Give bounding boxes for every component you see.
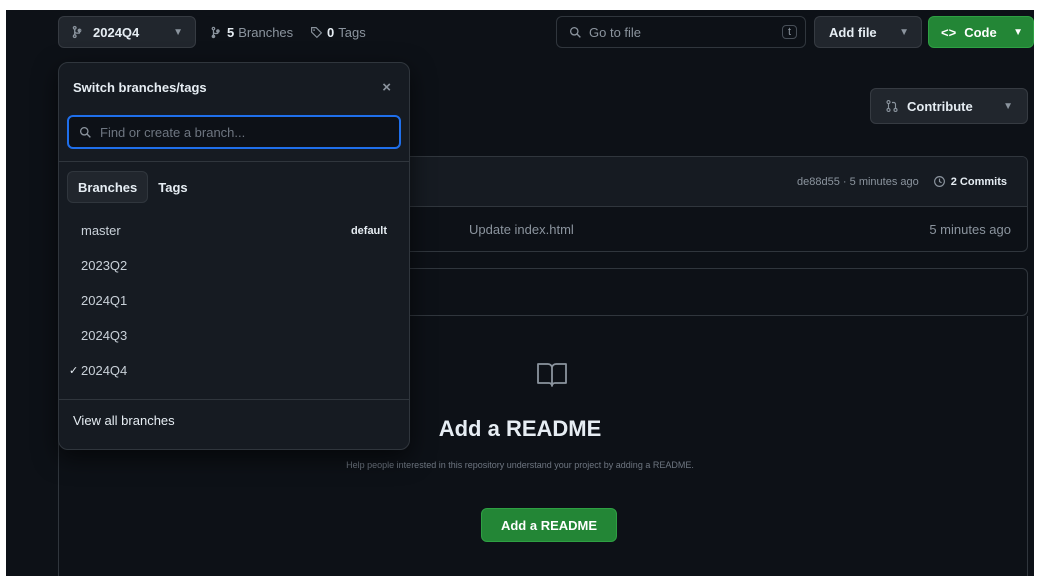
- current-branch-label: 2024Q4: [93, 24, 140, 40]
- chevron-down-icon: ▼: [173, 26, 183, 38]
- branches-link[interactable]: 5 Branches: [210, 16, 293, 48]
- branch-list: master default 2023Q2 2024Q1 2024Q3 ✓ 20…: [67, 213, 401, 388]
- branch-item-master[interactable]: master default: [67, 213, 401, 248]
- branch-search-input[interactable]: Find or create a branch...: [67, 115, 401, 149]
- search-icon: [569, 26, 581, 38]
- repository-page: 2024Q4 ▼ 5 Branches 0 Tags Go to file t …: [6, 10, 1034, 576]
- code-button[interactable]: <> Code ▼: [928, 16, 1034, 48]
- add-file-button[interactable]: Add file ▼: [814, 16, 922, 48]
- go-to-file-input[interactable]: Go to file t: [556, 16, 806, 48]
- git-branch-icon: [72, 25, 82, 39]
- tags-count: 0: [327, 24, 335, 40]
- close-icon[interactable]: ×: [382, 79, 391, 96]
- search-icon: [79, 126, 91, 138]
- branch-search-placeholder: Find or create a branch...: [100, 124, 246, 140]
- branch-item-2024q3[interactable]: 2024Q3: [67, 318, 401, 353]
- commits-link[interactable]: 2 Commits: [933, 175, 1007, 188]
- pull-request-icon: [886, 100, 898, 112]
- tags-label: Tags: [338, 24, 366, 40]
- branch-name: 2024Q4: [81, 363, 128, 378]
- commit-message[interactable]: Update index.html: [469, 222, 574, 237]
- branch-name: 2024Q3: [81, 328, 128, 343]
- tag-icon: [311, 26, 323, 38]
- code-brackets-icon: <>: [941, 24, 957, 40]
- view-all-branches-link[interactable]: View all branches: [73, 413, 175, 428]
- go-to-file-placeholder: Go to file: [589, 24, 642, 40]
- branch-name: 2024Q1: [81, 293, 128, 308]
- dropdown-title: Switch branches/tags: [73, 79, 207, 95]
- code-label: Code: [964, 24, 997, 40]
- chevron-down-icon: ▼: [1013, 26, 1023, 38]
- contribute-label: Contribute: [907, 98, 973, 114]
- screenshot-frame: 2024Q4 ▼ 5 Branches 0 Tags Go to file t …: [0, 0, 1042, 576]
- divider: [59, 161, 409, 162]
- history-icon: [933, 176, 945, 187]
- branch-item-2023q2[interactable]: 2023Q2: [67, 248, 401, 283]
- branches-count: 5: [227, 24, 235, 40]
- commits-count-label: 2 Commits: [950, 175, 1007, 188]
- branch-name: master: [81, 223, 121, 238]
- keyboard-shortcut-hint: t: [781, 25, 797, 39]
- dropdown-header: Switch branches/tags ×: [59, 63, 409, 111]
- git-branch-icon: [211, 26, 220, 38]
- dropdown-tabs: Branches Tags: [67, 171, 198, 203]
- branch-item-2024q1[interactable]: 2024Q1: [67, 283, 401, 318]
- switch-branches-dropdown: Switch branches/tags × Find or create a …: [58, 62, 410, 450]
- check-icon: ✓: [69, 365, 79, 377]
- add-readme-button[interactable]: Add a README: [481, 508, 617, 542]
- chevron-down-icon: ▼: [899, 26, 909, 38]
- branches-label: Branches: [238, 24, 294, 40]
- branch-name: 2023Q2: [81, 258, 128, 273]
- tags-link[interactable]: 0 Tags: [310, 16, 366, 48]
- book-icon: [537, 363, 567, 387]
- chevron-down-icon: ▼: [1003, 100, 1013, 112]
- default-badge: default: [350, 224, 387, 237]
- readme-subtitle: Help people interested in this repositor…: [346, 460, 694, 470]
- commit-time: 5 minutes ago: [929, 221, 1011, 237]
- commit-hash-time[interactable]: de88d55 · 5 minutes ago: [797, 176, 919, 188]
- branch-selector-button[interactable]: 2024Q4 ▼: [58, 16, 196, 48]
- tab-branches[interactable]: Branches: [67, 171, 149, 203]
- add-file-label: Add file: [829, 24, 877, 40]
- branch-item-2024q4[interactable]: ✓ 2024Q4: [67, 353, 401, 388]
- tab-tags[interactable]: Tags: [148, 171, 197, 203]
- right-margin: [1034, 0, 1042, 576]
- divider: [59, 399, 409, 400]
- contribute-button[interactable]: Contribute ▼: [870, 88, 1028, 124]
